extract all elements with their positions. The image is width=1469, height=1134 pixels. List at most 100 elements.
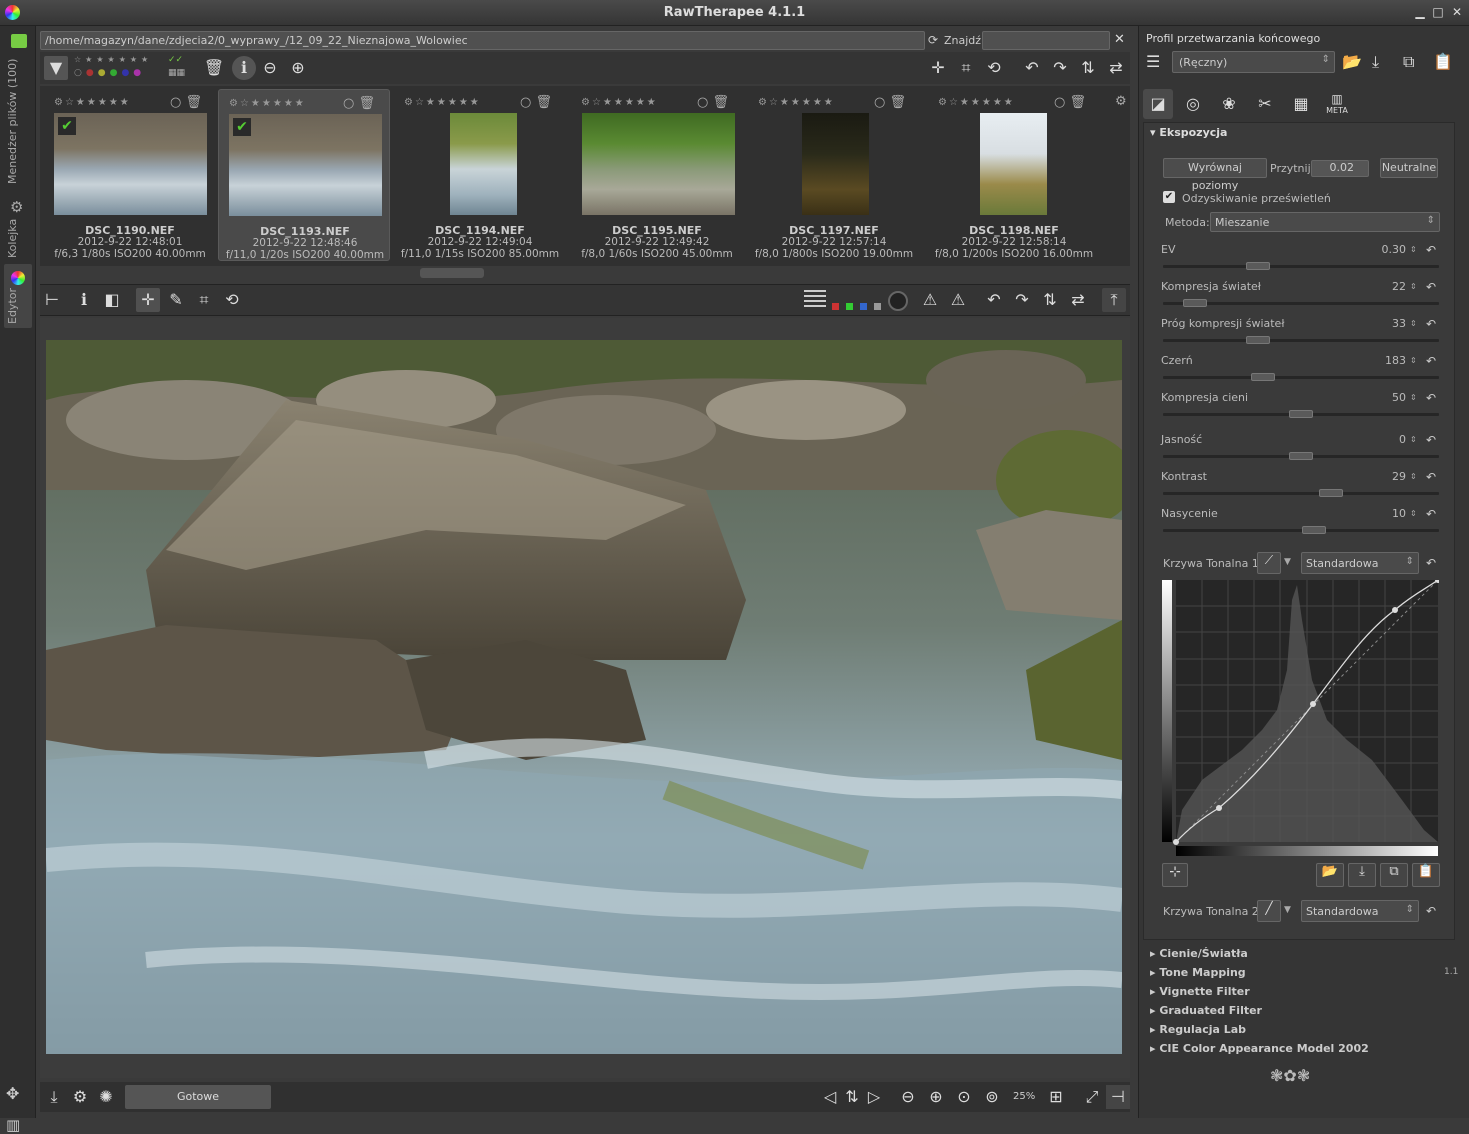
- tab-meta[interactable]: ▥ META: [1322, 89, 1352, 119]
- tab-transform[interactable]: ✂: [1250, 89, 1280, 119]
- filmstrip-toggle-icon[interactable]: ▥: [6, 1116, 20, 1134]
- thumbnail[interactable]: ⚙☆★★★★★ ○ 🗑 DSC_1198.NEF 2012-9-22 12:58…: [928, 89, 1100, 261]
- tab-detail[interactable]: ◎: [1178, 89, 1208, 119]
- rotate-right-icon[interactable]: ↷: [1048, 56, 1072, 80]
- section-exposure[interactable]: ▾ Ekspozycja: [1150, 126, 1227, 139]
- slider-value[interactable]: 29: [1380, 470, 1406, 483]
- straighten-icon[interactable]: ⟲: [982, 56, 1006, 80]
- previous-image-icon[interactable]: ◁: [818, 1085, 842, 1109]
- thumbnail[interactable]: ⚙☆★★★★★ ○ 🗑 DSC_1195.NEF 2012-9-22 12:49…: [571, 89, 743, 261]
- tone-curve-editor[interactable]: [1162, 577, 1441, 857]
- thumbnail-rating[interactable]: ⚙☆★★★★★: [581, 97, 658, 108]
- slider-value[interactable]: 50: [1380, 391, 1406, 404]
- slider-value[interactable]: 0: [1380, 433, 1406, 446]
- fullscreen-icon[interactable]: ⤢: [1080, 1085, 1104, 1109]
- chevron-down-icon[interactable]: ▼: [1284, 557, 1291, 567]
- zoom-out-icon[interactable]: ⊖: [896, 1085, 920, 1109]
- profile-select[interactable]: (Ręczny) ⇕: [1172, 51, 1335, 73]
- slider-spin-icon[interactable]: ⇕: [1410, 356, 1417, 365]
- focus-mask-icon[interactable]: [888, 291, 908, 311]
- slider-handle[interactable]: [1246, 262, 1270, 270]
- slider-spin-icon[interactable]: ⇕: [1410, 509, 1417, 518]
- neutral-button[interactable]: Neutralne: [1380, 158, 1438, 178]
- save-profile-icon[interactable]: ⤓: [1372, 52, 1379, 72]
- curve2-select[interactable]: Standardowa ⇕: [1301, 900, 1419, 922]
- slider-handle[interactable]: [1319, 489, 1343, 497]
- copy-curve-icon[interactable]: ⧉: [1380, 863, 1408, 887]
- rank-filter-stars[interactable]: ☆★★★★★★: [74, 55, 152, 64]
- slider-handle[interactable]: [1289, 452, 1313, 460]
- slider-reset-icon[interactable]: ↶: [1426, 507, 1436, 521]
- slider-value[interactable]: 10: [1380, 507, 1406, 520]
- section-vignette-filter[interactable]: ▸ Vignette Filter: [1150, 985, 1250, 998]
- filter-icon[interactable]: ▼: [44, 56, 68, 80]
- hand-tool-icon[interactable]: ✛: [926, 56, 950, 80]
- gear-icon[interactable]: ⚙: [1115, 94, 1127, 109]
- new-detail-window-icon[interactable]: ⊞: [1044, 1085, 1068, 1109]
- hide-history-icon[interactable]: ⊢: [40, 288, 64, 312]
- zoom-in-icon[interactable]: ⊕: [286, 56, 310, 80]
- slider-value[interactable]: 33: [1380, 317, 1406, 330]
- before-after-icon[interactable]: ◧: [100, 288, 124, 312]
- preview-mode-icon[interactable]: [804, 290, 826, 308]
- external-editor-icon[interactable]: ✺: [94, 1085, 118, 1109]
- refresh-icon[interactable]: ⟳: [928, 33, 938, 47]
- zoom-100-icon[interactable]: ⊚: [980, 1085, 1004, 1109]
- curve1-reset-icon[interactable]: ↶: [1426, 556, 1436, 570]
- thumbnail-trash-icon[interactable]: ○ 🗑: [697, 95, 729, 110]
- thumbnail-trash-icon[interactable]: ○ 🗑: [1054, 95, 1086, 110]
- slider-reset-icon[interactable]: ↶: [1426, 243, 1436, 257]
- slider-reset-icon[interactable]: ↶: [1426, 280, 1436, 294]
- color-picker-icon[interactable]: ✎: [164, 288, 188, 312]
- sync-image-icon[interactable]: ⇅: [840, 1085, 864, 1109]
- straighten-icon[interactable]: ⟲: [220, 288, 244, 312]
- zoom-out-icon[interactable]: ⊖: [258, 56, 282, 80]
- close-window-button[interactable]: ✕: [1450, 5, 1464, 19]
- slider-spin-icon[interactable]: ⇕: [1410, 245, 1417, 254]
- curve1-select[interactable]: Standardowa ⇕: [1301, 552, 1419, 574]
- next-image-icon[interactable]: ▷: [862, 1085, 886, 1109]
- open-profile-icon[interactable]: 📂: [1342, 52, 1362, 71]
- tab-editor[interactable]: Edytor: [6, 288, 32, 324]
- thumbnail-trash-icon[interactable]: ○ 🗑: [343, 96, 375, 111]
- green-channel-icon[interactable]: [846, 303, 853, 310]
- slider-reset-icon[interactable]: ↶: [1426, 470, 1436, 484]
- flip-horizontal-icon[interactable]: ⇄: [1104, 56, 1128, 80]
- tab-queue[interactable]: Kolejka: [6, 216, 32, 261]
- thumbnail-rating[interactable]: ⚙☆★★★★★: [758, 97, 835, 108]
- edited-filter-icon[interactable]: ✓✓: [168, 55, 183, 65]
- slider-value[interactable]: 0.30: [1380, 243, 1407, 256]
- rotate-left-icon[interactable]: ↶: [1020, 56, 1044, 80]
- move-icon[interactable]: ✥: [6, 1084, 19, 1103]
- thumbnail-selected[interactable]: ⚙☆★★★★★ ○ 🗑 ✔ DSC_1193.NEF 2012-9-22 12:…: [218, 89, 390, 261]
- info-icon[interactable]: ℹ: [72, 288, 96, 312]
- flip-vertical-icon[interactable]: ⇅: [1076, 56, 1100, 80]
- blue-channel-icon[interactable]: [860, 303, 867, 310]
- section-lab-adjustments[interactable]: ▸ Regulacja Lab: [1150, 1023, 1246, 1036]
- queue-add-icon[interactable]: ⚙: [68, 1085, 92, 1109]
- slider-spin-icon[interactable]: ⇕: [1410, 282, 1417, 291]
- color-label-filter[interactable]: ○●●●●●: [74, 68, 145, 78]
- method-select[interactable]: Mieszanie ⇕: [1210, 212, 1440, 232]
- red-channel-icon[interactable]: [832, 303, 839, 310]
- chevron-down-icon[interactable]: ▼: [1284, 905, 1291, 915]
- slider-spin-icon[interactable]: ⇕: [1410, 435, 1417, 444]
- thumbnail[interactable]: ⚙☆★★★★★ ○ 🗑 DSC_1197.NEF 2012-9-22 12:57…: [748, 89, 920, 261]
- thumbnail[interactable]: ⚙☆★★★★★ ○ 🗑 ✔ DSC_1190.NEF 2012-9-22 12:…: [44, 89, 216, 261]
- highlight-clipping-warning-icon[interactable]: ⚠: [946, 288, 970, 312]
- save-image-icon[interactable]: ⤓: [42, 1085, 66, 1109]
- curve1-type-icon[interactable]: ⟋: [1257, 552, 1281, 574]
- luminance-channel-icon[interactable]: [874, 303, 881, 310]
- slider-handle[interactable]: [1289, 410, 1313, 418]
- curve-edit-points-icon[interactable]: ⊹: [1162, 863, 1188, 887]
- slider-reset-icon[interactable]: ↶: [1426, 317, 1436, 331]
- slider-track[interactable]: [1163, 492, 1439, 495]
- tab-file-browser[interactable]: Menedżer plików (100): [6, 54, 32, 189]
- maximize-button[interactable]: □: [1431, 5, 1445, 19]
- zoom-in-icon[interactable]: ⊕: [924, 1085, 948, 1109]
- save-curve-icon[interactable]: ⤓: [1348, 863, 1376, 887]
- slider-spin-icon[interactable]: ⇕: [1410, 472, 1417, 481]
- hand-tool-icon[interactable]: ✛: [136, 288, 160, 312]
- curve2-reset-icon[interactable]: ↶: [1426, 904, 1436, 918]
- section-ciecam02[interactable]: ▸ CIE Color Appearance Model 2002: [1150, 1042, 1369, 1055]
